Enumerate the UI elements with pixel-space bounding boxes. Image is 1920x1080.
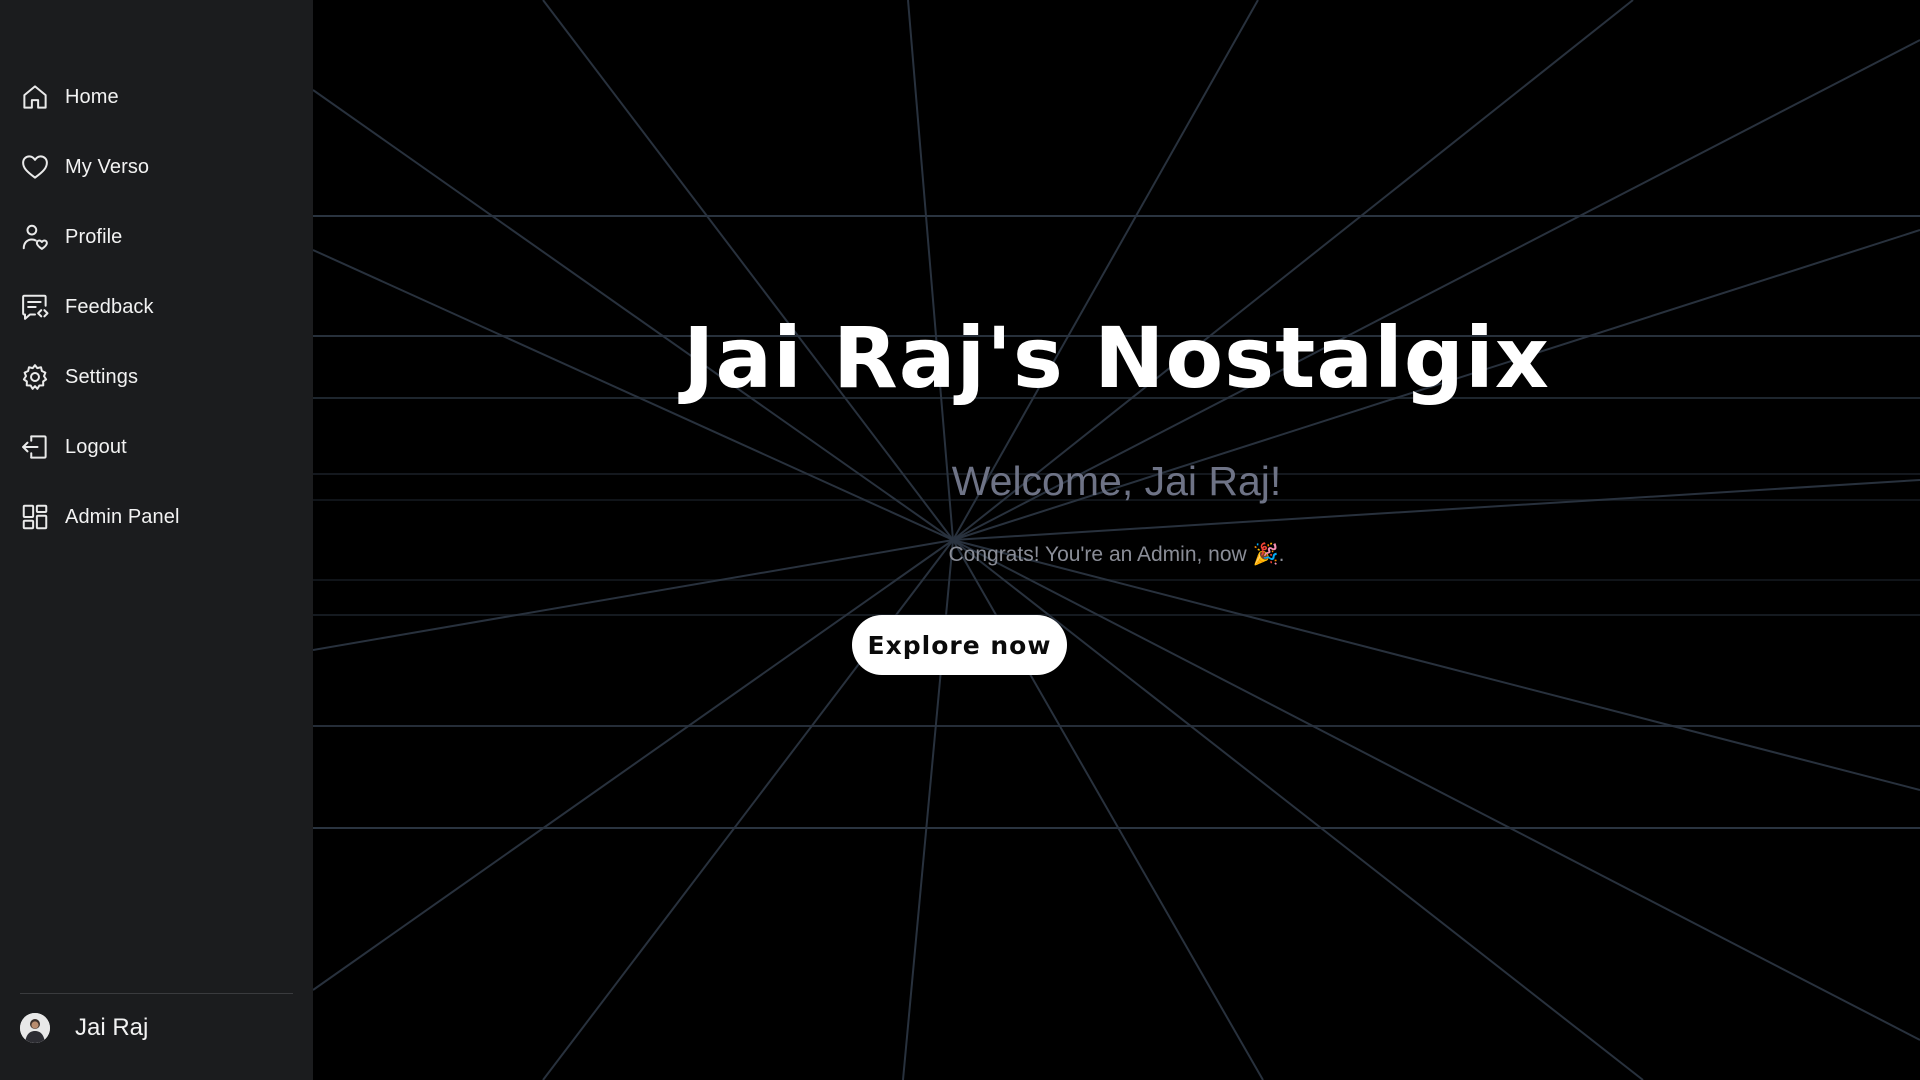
- grid-icon: [20, 502, 50, 532]
- welcome-message: Welcome, Jai Raj!: [951, 458, 1282, 504]
- gear-icon: [20, 362, 50, 392]
- hero: Jai Raj's Nostalgix Welcome, Jai Raj! Co…: [313, 0, 1920, 1080]
- sidebar-item-home[interactable]: Home: [0, 62, 313, 132]
- sidebar-nav: Home My Verso Profile Feedback Settings …: [0, 62, 313, 552]
- feedback-icon: [20, 292, 50, 322]
- sidebar-item-logout[interactable]: Logout: [0, 412, 313, 482]
- user-heart-icon: [20, 222, 50, 252]
- sidebar-item-label: Logout: [65, 435, 127, 458]
- avatar[interactable]: [20, 1013, 50, 1043]
- sidebar-item-label: Profile: [65, 225, 123, 248]
- main-content: Jai Raj's Nostalgix Welcome, Jai Raj! Co…: [313, 0, 1920, 1080]
- sidebar-item-profile[interactable]: Profile: [0, 202, 313, 272]
- heart-icon: [20, 152, 50, 182]
- explore-now-button[interactable]: Explore now: [852, 615, 1067, 675]
- sidebar-item-label: Admin Panel: [65, 505, 180, 528]
- sidebar: Home My Verso Profile Feedback Settings …: [0, 0, 313, 1080]
- user-profile[interactable]: Jai Raj: [20, 1012, 148, 1044]
- sidebar-item-feedback[interactable]: Feedback: [0, 272, 313, 342]
- sidebar-item-label: My Verso: [65, 155, 150, 178]
- user-name: Jai Raj: [75, 1014, 149, 1041]
- sidebar-item-label: Feedback: [65, 295, 154, 318]
- sidebar-item-my-verso[interactable]: My Verso: [0, 132, 313, 202]
- app-root: Home My Verso Profile Feedback Settings …: [0, 0, 1920, 1080]
- sidebar-divider: [20, 993, 293, 994]
- sidebar-item-label: Home: [65, 85, 119, 108]
- sidebar-item-admin-panel[interactable]: Admin Panel: [0, 482, 313, 552]
- logout-icon: [20, 432, 50, 462]
- page-title: Jai Raj's Nostalgix: [683, 309, 1550, 407]
- sidebar-item-settings[interactable]: Settings: [0, 342, 313, 412]
- admin-congrats-message: Congrats! You're an Admin, now 🎉.: [948, 543, 1285, 566]
- home-icon: [20, 82, 50, 112]
- sidebar-item-label: Settings: [65, 365, 139, 388]
